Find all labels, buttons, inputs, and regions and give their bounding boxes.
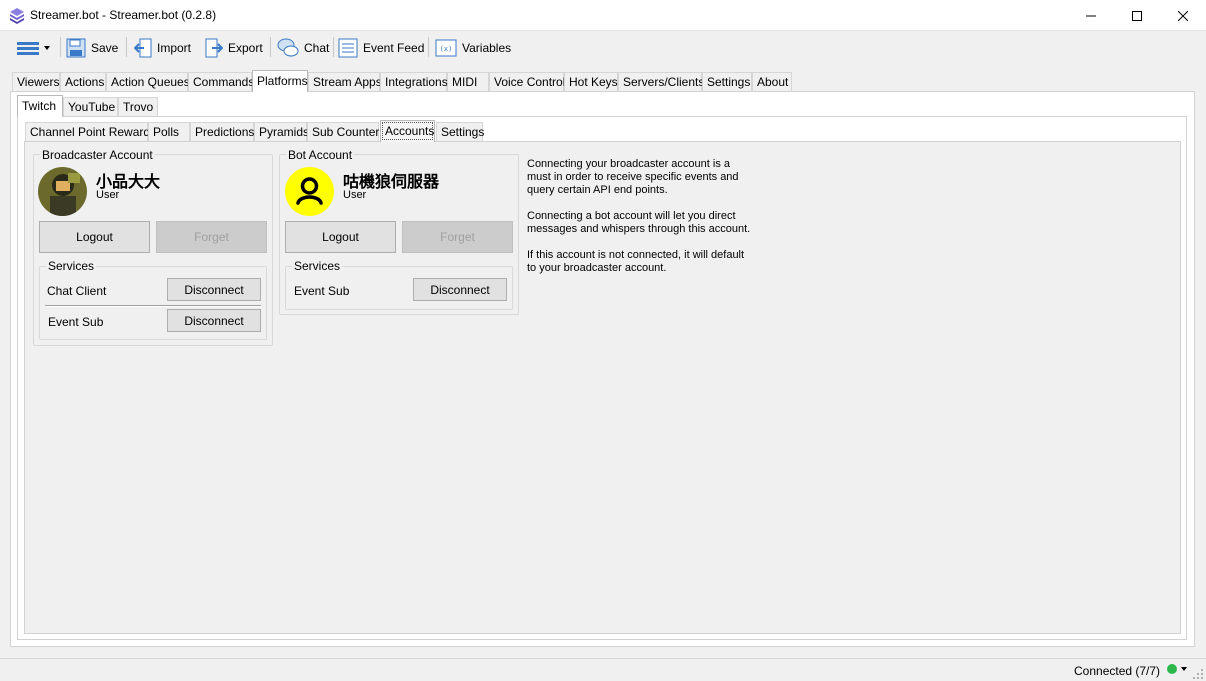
bot-avatar [285, 167, 334, 216]
broadcaster-avatar [38, 167, 87, 216]
toolbar-separator [428, 37, 429, 57]
info-line: to your broadcaster account. [527, 262, 667, 274]
toolbar: Save Import Export Chat Event Feed (x) V… [0, 31, 1206, 63]
broadcaster-account-title: Broadcaster Account [40, 148, 155, 162]
import-label: Import [157, 40, 192, 55]
title-bar: Streamer.bot - Streamer.bot (0.2.8) [0, 0, 1206, 31]
export-icon [205, 38, 223, 57]
accounts-info-text: Connecting your broadcaster account is a… [527, 158, 767, 275]
bot-account-title: Bot Account [286, 148, 355, 162]
tab-channel-point-rewards[interactable]: Channel Point Rewards [25, 122, 156, 141]
close-button[interactable] [1160, 0, 1206, 31]
event-sub-disconnect-button[interactable]: Disconnect [167, 309, 261, 332]
variables-icon: (x) [435, 39, 457, 56]
event-feed-label: Event Feed [363, 40, 425, 55]
variables-button[interactable]: (x) Variables [435, 35, 511, 60]
minimize-icon [1086, 15, 1096, 16]
tab-settings[interactable]: Settings [702, 72, 752, 91]
export-label: Export [228, 40, 263, 55]
svg-text:(x): (x) [440, 45, 453, 53]
tab-trovo[interactable]: Trovo [118, 97, 158, 116]
chat-client-disconnect-button[interactable]: Disconnect [167, 278, 261, 301]
main-tab-strip: Viewers Actions Action Queues Commands P… [12, 70, 1194, 92]
broadcaster-role: User [96, 189, 120, 201]
info-line: messages and whispers through this accou… [527, 223, 751, 235]
streamerbot-logo-icon [10, 8, 24, 24]
maximize-button[interactable] [1114, 0, 1160, 31]
event-sub-label: Event Sub [48, 315, 104, 329]
info-line: must in order to receive specific events… [527, 171, 739, 183]
import-icon [134, 38, 152, 57]
services-divider [45, 305, 261, 307]
minimize-button[interactable] [1068, 0, 1114, 31]
tab-platforms[interactable]: Platforms [252, 70, 308, 92]
tab-action-queues[interactable]: Action Queues [106, 72, 190, 91]
info-line: Connecting your broadcaster account is a [527, 158, 731, 170]
event-feed-button[interactable]: Event Feed [338, 35, 424, 60]
chat-bubbles-icon [277, 38, 299, 56]
info-line: If this account is not connected, it wil… [527, 249, 745, 261]
toolbar-separator [60, 37, 61, 57]
tab-viewers[interactable]: Viewers [12, 72, 60, 91]
bot-event-sub-disconnect-button[interactable]: Disconnect [413, 278, 507, 301]
bot-event-sub-label: Event Sub [294, 284, 350, 298]
info-line: query certain API end points. [527, 184, 668, 196]
toolbar-separator [270, 37, 271, 57]
menu-lines-icon [17, 41, 39, 55]
chat-client-label: Chat Client [47, 284, 107, 298]
twitch-tab-strip: Channel Point Rewards Polls Predictions … [25, 120, 1180, 142]
tab-sub-counter[interactable]: Sub Counter [307, 122, 379, 141]
import-button[interactable]: Import [134, 35, 191, 60]
close-icon [1178, 10, 1188, 21]
tab-hot-keys[interactable]: Hot Keys [564, 72, 618, 91]
broadcaster-logout-button[interactable]: Logout [39, 221, 150, 253]
save-label: Save [91, 40, 119, 55]
variables-label: Variables [462, 40, 512, 55]
tab-stream-apps[interactable]: Stream Apps [308, 72, 382, 91]
tab-actions[interactable]: Actions [60, 72, 106, 91]
broadcaster-forget-button[interactable]: Forget [156, 221, 267, 253]
chevron-down-icon [1181, 667, 1187, 671]
connection-status-dropdown[interactable] [1166, 663, 1189, 675]
tab-youtube[interactable]: YouTube [63, 97, 118, 116]
bot-forget-button[interactable]: Forget [402, 221, 513, 253]
tab-integrations[interactable]: Integrations [380, 72, 448, 91]
status-dot-icon [1167, 664, 1177, 674]
toolbar-separator [126, 37, 127, 57]
chat-label: Chat [304, 40, 330, 55]
bot-logout-button[interactable]: Logout [285, 221, 396, 253]
tab-accounts[interactable]: Accounts [380, 120, 435, 142]
tab-predictions[interactable]: Predictions [190, 122, 254, 141]
toolbar-separator [333, 37, 334, 57]
broadcaster-services-title: Services [46, 259, 97, 273]
info-line: Connecting a bot account will let you di… [527, 210, 736, 222]
maximize-icon [1132, 10, 1142, 21]
menu-dropdown-button[interactable] [16, 35, 52, 60]
avatar-image [38, 167, 87, 216]
event-feed-icon [338, 38, 358, 57]
save-icon [66, 38, 86, 57]
tab-polls[interactable]: Polls [148, 122, 190, 141]
tab-twitch-settings[interactable]: Settings [436, 122, 484, 141]
tab-pyramids[interactable]: Pyramids [254, 122, 309, 141]
status-bar: Connected (7/7) [0, 658, 1206, 681]
export-button[interactable]: Export [205, 35, 263, 60]
window-title: Streamer.bot - Streamer.bot (0.2.8) [30, 8, 217, 22]
platform-tab-strip: Twitch YouTube Trovo [17, 95, 1187, 117]
tab-commands[interactable]: Commands [188, 72, 254, 91]
tab-about[interactable]: About [752, 72, 792, 91]
bot-services-title: Services [292, 259, 343, 273]
chevron-down-icon [44, 45, 50, 50]
tab-voice-control[interactable]: Voice Control [489, 72, 565, 91]
tab-servers-clients[interactable]: Servers/Clients [618, 72, 704, 91]
connection-status-text: Connected (7/7) [1074, 664, 1161, 678]
chat-button[interactable]: Chat [277, 35, 329, 60]
bot-role: User [343, 189, 367, 201]
resize-grip-icon[interactable] [1192, 668, 1204, 680]
tab-midi[interactable]: MIDI [447, 72, 489, 91]
tab-twitch[interactable]: Twitch [17, 95, 63, 117]
save-button[interactable]: Save [66, 35, 118, 60]
user-silhouette-icon [285, 167, 334, 216]
